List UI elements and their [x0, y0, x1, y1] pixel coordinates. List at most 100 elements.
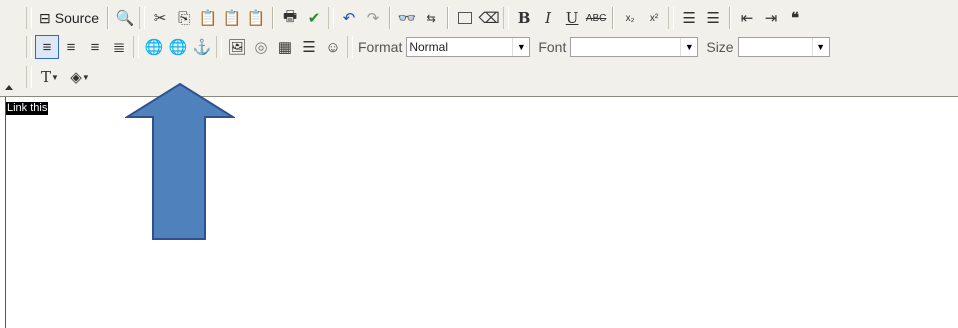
table-button[interactable]: ▦ — [273, 35, 297, 59]
print-icon: 🖶 — [283, 7, 298, 25]
italic-button[interactable]: I — [536, 6, 560, 30]
underline-button[interactable]: U — [560, 6, 584, 30]
undo-button[interactable]: ↶ — [337, 6, 361, 30]
blockquote-button[interactable]: ❝ — [783, 6, 807, 30]
replace-icon: ⇆ — [426, 12, 436, 25]
separator — [389, 7, 392, 29]
align-left-button[interactable]: ≡ — [35, 35, 59, 59]
strike-button[interactable]: ABC — [584, 6, 608, 30]
background-color-button[interactable]: ◈ ▼ — [65, 65, 95, 89]
flash-button[interactable]: ◎ — [249, 35, 273, 59]
special-char-button[interactable]: ☺ — [321, 35, 345, 59]
horizontal-rule-icon: ☰ — [302, 39, 316, 56]
replace-button[interactable]: ⇆ — [419, 6, 443, 30]
toolbar-grip — [216, 36, 222, 58]
collapse-toolbar-icon[interactable] — [5, 85, 13, 90]
text-color-button[interactable]: T ▼ — [35, 65, 65, 89]
spellcheck-icon: ✔ — [307, 10, 321, 27]
bulleted-list-icon: ☰ — [706, 10, 720, 27]
separator — [729, 7, 732, 29]
unlink-button[interactable]: 🌐 — [166, 35, 190, 59]
paste-word-button[interactable]: 📋 — [244, 6, 268, 30]
preview-icon: 🔍 — [115, 10, 135, 27]
indent-icon: ⇥ — [764, 10, 778, 27]
toolbar-grip — [328, 7, 335, 29]
preview-button[interactable]: 🔍 — [113, 6, 137, 30]
toolbar-grip — [133, 36, 139, 58]
separator — [272, 7, 275, 29]
paste-text-icon: 📋 — [222, 10, 242, 27]
cut-button[interactable]: ✂ — [148, 6, 172, 30]
selected-text[interactable]: Link this — [6, 102, 49, 115]
select-all-icon — [458, 12, 473, 24]
dropdown-icon: ▼ — [51, 72, 59, 82]
superscript-button[interactable]: x² — [642, 6, 666, 30]
font-select[interactable]: ▼ — [570, 37, 699, 57]
separator — [447, 7, 450, 29]
source-label: Source — [54, 10, 100, 26]
link-icon: 🌐 — [144, 39, 164, 56]
toolbar-row-1: ⊟ Source 🔍 ✂ ⎘ 📋 📋 📋 🖶 ✔ ↶ ↷ 👓 ⇆ ⌫ B I U… — [0, 3, 807, 33]
spellcheck-button[interactable]: ✔ — [302, 6, 326, 30]
toolbar-grip[interactable] — [26, 36, 32, 58]
format-value: Normal — [409, 40, 449, 54]
paste-button[interactable]: 📋 — [196, 6, 220, 30]
table-icon: ▦ — [277, 39, 293, 56]
find-icon: 👓 — [397, 10, 417, 27]
chevron-down-icon[interactable]: ▼ — [680, 38, 697, 56]
source-icon: ⊟ — [39, 9, 51, 26]
toolbar-grip[interactable] — [26, 7, 32, 29]
paste-word-icon: 📋 — [246, 10, 266, 27]
toolbar-grip — [139, 7, 146, 29]
toolbar-row-3: T ▼ ◈ ▼ — [0, 63, 95, 91]
format-select[interactable]: Normal ▼ — [406, 37, 531, 57]
anchor-icon: ⚓ — [192, 39, 212, 56]
image-button[interactable]: 🖼 — [225, 35, 249, 59]
toolbar-grip — [668, 7, 675, 29]
image-icon: 🖼 — [227, 39, 247, 56]
outdent-icon: ⇤ — [740, 10, 754, 27]
bulleted-list-button[interactable]: ☰ — [701, 6, 725, 30]
align-right-button[interactable]: ≡ — [83, 35, 107, 59]
anchor-button[interactable]: ⚓ — [190, 35, 214, 59]
undo-icon: ↶ — [342, 10, 356, 27]
quote-icon: ❝ — [791, 10, 800, 27]
copy-button[interactable]: ⎘ — [172, 6, 196, 30]
bold-button[interactable]: B — [512, 6, 536, 30]
smiley-icon: ☺ — [325, 38, 341, 56]
indent-button[interactable]: ⇥ — [759, 6, 783, 30]
separator — [107, 7, 110, 29]
outdent-button[interactable]: ⇤ — [735, 6, 759, 30]
dropdown-icon: ▼ — [81, 72, 90, 82]
toolbar-grip — [503, 7, 510, 29]
up-arrow-icon — [125, 82, 235, 240]
toolbar-grip — [347, 36, 353, 58]
find-button[interactable]: 👓 — [395, 6, 419, 30]
align-justify-button[interactable]: ≣ — [107, 35, 131, 59]
numbered-list-button[interactable]: ☰ — [677, 6, 701, 30]
subscript-button[interactable]: x₂ — [618, 6, 642, 30]
format-label: Format — [358, 39, 403, 55]
toolbar-grip[interactable] — [26, 66, 32, 88]
align-center-button[interactable]: ≡ — [59, 35, 83, 59]
align-center-icon: ≡ — [66, 38, 76, 56]
size-select[interactable]: ▼ — [737, 37, 830, 57]
unlink-icon: 🌐 — [168, 39, 188, 56]
redo-button[interactable]: ↷ — [361, 6, 385, 30]
horizontal-rule-button[interactable]: ☰ — [297, 35, 321, 59]
align-left-icon: ≡ — [42, 38, 52, 56]
eraser-icon: ⌫ — [478, 10, 500, 27]
chevron-down-icon[interactable]: ▼ — [512, 38, 529, 56]
source-button[interactable]: ⊟ Source — [35, 6, 103, 30]
cut-icon: ✂ — [153, 10, 167, 27]
align-right-icon: ≡ — [90, 38, 100, 56]
chevron-down-icon[interactable]: ▼ — [811, 38, 829, 56]
print-button[interactable]: 🖶 — [278, 6, 302, 30]
select-all-button[interactable] — [453, 6, 477, 30]
align-justify-icon: ≣ — [112, 39, 126, 56]
copy-icon: ⎘ — [178, 9, 191, 27]
redo-icon: ↷ — [366, 10, 380, 27]
paste-text-button[interactable]: 📋 — [220, 6, 244, 30]
link-button[interactable]: 🌐 — [142, 35, 166, 59]
remove-format-button[interactable]: ⌫ — [477, 6, 501, 30]
